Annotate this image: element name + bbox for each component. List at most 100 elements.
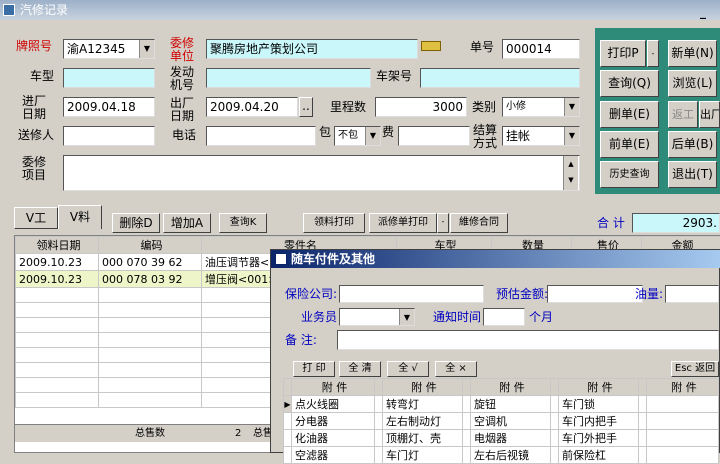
repair-contract-button[interactable]: 維修合同 [450, 213, 508, 233]
dispatch-print-button[interactable]: 派修单打印 [369, 213, 437, 233]
sender-field[interactable] [63, 126, 155, 146]
model-field[interactable] [63, 68, 155, 88]
check-cell[interactable] [463, 413, 471, 430]
attachment-cell[interactable] [647, 413, 719, 430]
chevron-down-icon[interactable]: ▼ [365, 127, 380, 145]
material-print-button[interactable]: 领料打印 [303, 213, 365, 233]
tab-parts[interactable]: V料 [58, 205, 102, 229]
attachment-cell[interactable] [647, 430, 719, 447]
chevron-down-icon[interactable]: ▼ [399, 309, 414, 325]
attachment-row[interactable]: 分电器 左右制动灯 空调机 车门内把手 [284, 413, 719, 430]
remark-field[interactable] [337, 330, 719, 350]
print-button[interactable]: 打印P [600, 40, 646, 67]
client-field[interactable]: 聚腾房地产策划公司 [206, 39, 418, 59]
attachment-cell[interactable]: 空调机 [471, 413, 551, 430]
attachment-cell[interactable]: 旋钮 [471, 396, 551, 413]
out-date-label: 出厂日期 [170, 97, 198, 123]
chevron-down-icon[interactable]: ▼ [564, 127, 579, 145]
chevron-down-icon[interactable]: ▼ [564, 98, 579, 116]
out-date-field[interactable]: 2009.04.20 [206, 97, 298, 117]
items-field[interactable] [63, 155, 580, 191]
staff-select[interactable]: ▼ [339, 308, 415, 326]
clear-all-button[interactable]: 全 清 [339, 361, 381, 377]
chevron-down-icon[interactable]: ▼ [139, 40, 154, 58]
query-row-button[interactable]: 查询K [219, 213, 267, 233]
print-options-button[interactable]: - [647, 40, 659, 67]
check-cell[interactable] [551, 447, 559, 464]
tab-labor[interactable]: V工 [14, 207, 58, 229]
check-cell[interactable] [463, 447, 471, 464]
uncheck-all-button[interactable]: 全 × [435, 361, 477, 377]
attachment-cell[interactable]: 空滤器 [292, 447, 375, 464]
minimize-icon[interactable]: _ [700, 2, 706, 22]
lookup-icon[interactable] [421, 41, 441, 51]
date-picker-button[interactable]: .. [299, 97, 313, 117]
check-all-button[interactable]: 全 √ [387, 361, 429, 377]
package-select[interactable]: 不包▼ [334, 126, 381, 146]
attachment-cell[interactable] [647, 447, 719, 464]
dispatch-options-button[interactable]: - [437, 213, 449, 233]
attachment-row[interactable]: 空滤器 车门灯 左右后视镜 前保险杠 [284, 447, 719, 464]
check-cell[interactable] [375, 447, 383, 464]
attachment-cell[interactable]: 车门灯 [383, 447, 463, 464]
check-cell[interactable] [551, 396, 559, 413]
order-field[interactable]: 000014 [502, 39, 580, 59]
attachment-cell[interactable]: 分电器 [292, 413, 375, 430]
attachment-cell[interactable]: 点火线圈 [292, 396, 375, 413]
check-cell[interactable] [375, 430, 383, 447]
in-date-field[interactable]: 2009.04.18 [63, 97, 155, 117]
attachment-cell[interactable]: 电烟器 [471, 430, 551, 447]
plate-select[interactable]: 渝A12345▼ [63, 39, 155, 59]
delete-order-button[interactable]: 删单(E) [600, 101, 659, 128]
attachment-cell[interactable]: 车门外把手 [559, 430, 639, 447]
insurance-field[interactable] [339, 285, 484, 303]
delete-row-button[interactable]: 删除D [112, 213, 160, 233]
attachment-cell[interactable]: 转弯灯 [383, 396, 463, 413]
check-cell[interactable] [463, 430, 471, 447]
history-button[interactable]: 历史查询 [600, 161, 659, 188]
fee-field[interactable] [398, 126, 470, 146]
engine-field[interactable] [206, 68, 371, 88]
check-cell[interactable] [551, 413, 559, 430]
attachment-row[interactable]: ▶ 点火线圈 转弯灯 旋钮 车门锁 [284, 396, 719, 413]
check-cell[interactable] [375, 413, 383, 430]
check-cell[interactable] [463, 396, 471, 413]
esc-return-button[interactable]: Esc 返回 [671, 361, 719, 377]
popup-print-button[interactable]: 打 印 [293, 361, 335, 377]
total-field: 2903. [632, 213, 720, 233]
attachment-cell[interactable] [647, 396, 719, 413]
estimate-field[interactable] [547, 285, 643, 303]
check-cell[interactable] [375, 396, 383, 413]
attachment-cell[interactable]: 前保险杠 [559, 447, 639, 464]
attachment-cell[interactable]: 车门锁 [559, 396, 639, 413]
attachment-cell[interactable]: 顶棚灯、壳 [383, 430, 463, 447]
check-cell[interactable] [639, 430, 647, 447]
check-cell[interactable] [639, 447, 647, 464]
settle-select[interactable]: 挂帐▼ [502, 126, 580, 146]
check-cell[interactable] [639, 413, 647, 430]
oil-field[interactable] [665, 285, 719, 303]
type-select[interactable]: 小修▼ [502, 97, 580, 117]
check-cell[interactable] [639, 396, 647, 413]
items-scrollbar[interactable]: ▲▼ [563, 156, 578, 190]
exit-button[interactable]: 退出(T) [668, 161, 717, 188]
attachment-cell[interactable]: 左右后视镜 [471, 447, 551, 464]
attachment-cell[interactable]: 左右制动灯 [383, 413, 463, 430]
browse-button[interactable]: 浏览(L) [668, 70, 717, 97]
mileage-field[interactable]: 3000 [375, 97, 467, 117]
add-row-button[interactable]: 增加A [163, 213, 211, 233]
row-cell [99, 378, 202, 393]
next-button[interactable]: 后单(B) [668, 131, 717, 158]
vin-field[interactable] [420, 68, 580, 88]
prev-button[interactable]: 前单(E) [600, 131, 659, 158]
out-button[interactable]: 出厂 [699, 101, 720, 128]
phone-field[interactable] [206, 126, 316, 146]
attachment-cell[interactable]: 车门内把手 [559, 413, 639, 430]
notify-field[interactable] [483, 308, 525, 326]
new-button[interactable]: 新单(N) [668, 40, 717, 67]
rework-button[interactable]: 返工 [668, 101, 698, 128]
attachment-cell[interactable]: 化油器 [292, 430, 375, 447]
query-button[interactable]: 查询(Q) [600, 70, 659, 97]
attachment-row[interactable]: 化油器 顶棚灯、壳 电烟器 车门外把手 [284, 430, 719, 447]
check-cell[interactable] [551, 430, 559, 447]
